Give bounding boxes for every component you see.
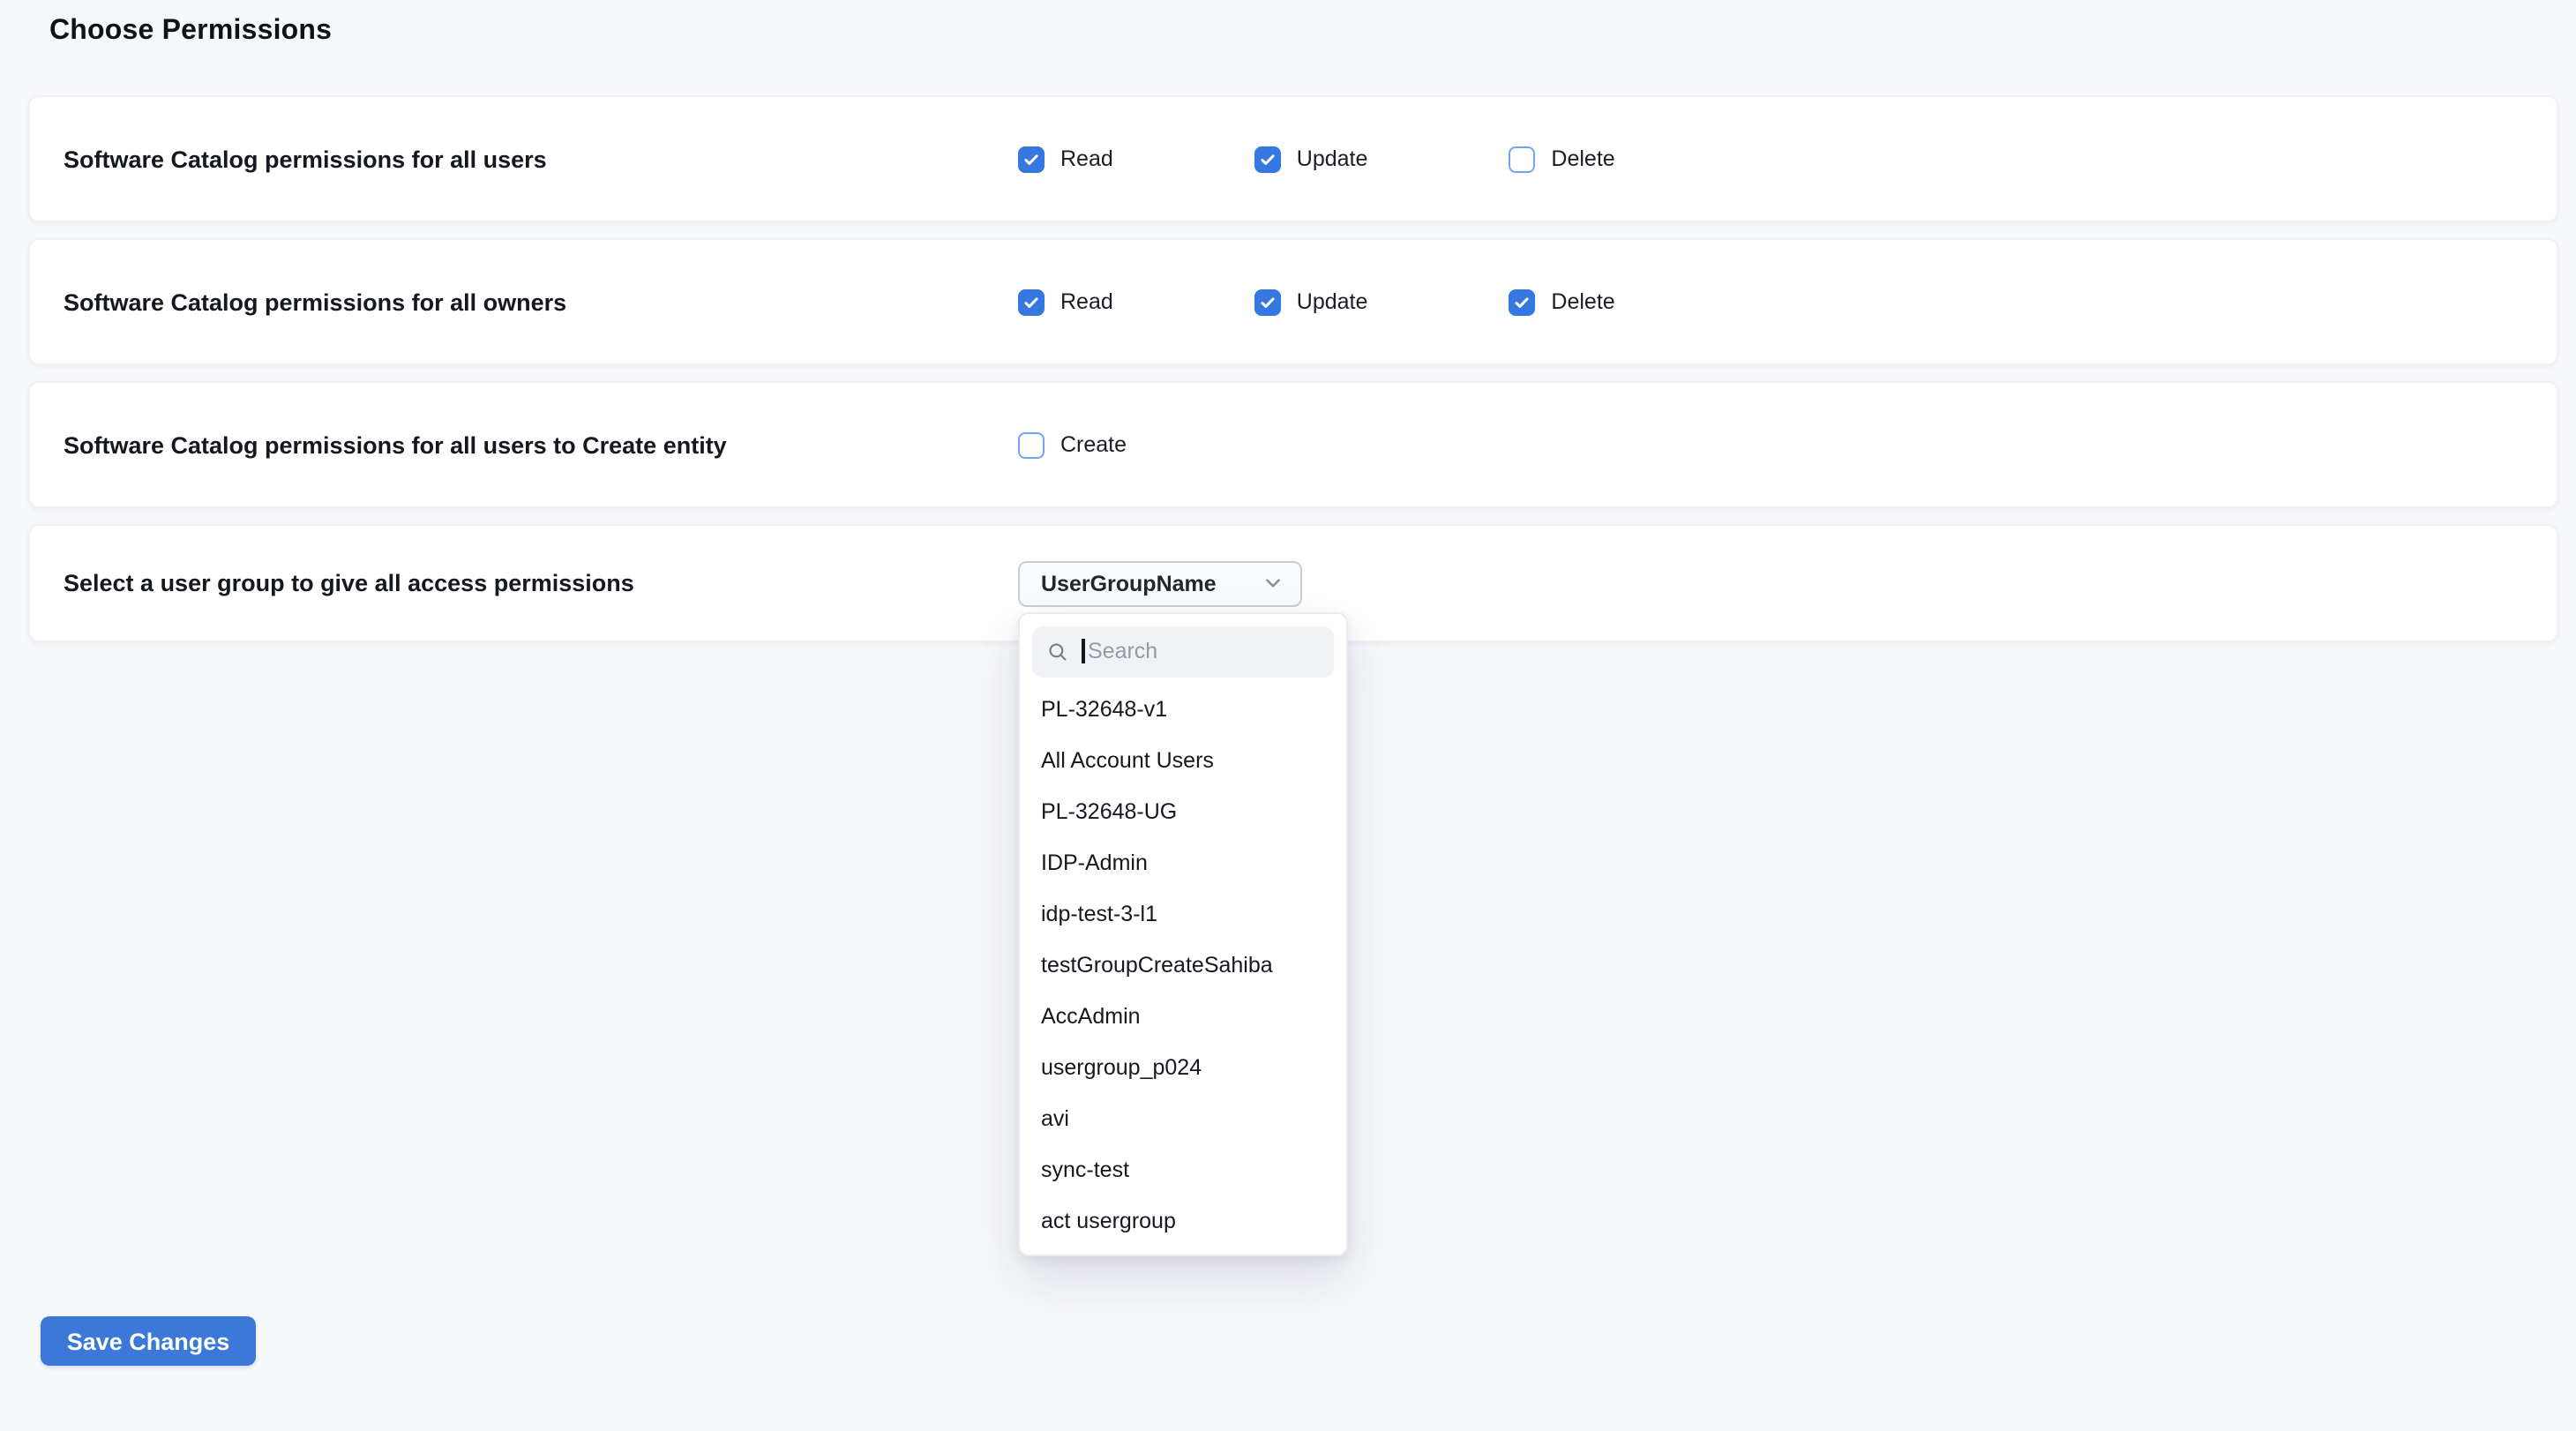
checkbox-item: Update [1254,288,1368,315]
user-group-option[interactable]: usergroup_p024 [1032,1042,1334,1093]
checkbox-item: Create [1018,431,1127,458]
checkbox-read[interactable] [1018,288,1045,315]
card-create-entity-permission: Software Catalog permissions for all use… [28,381,2558,508]
checkbox-item: Delete [1509,146,1614,172]
checkbox-create[interactable] [1018,431,1045,458]
permission-cards: Software Catalog permissions for all use… [28,95,2558,658]
user-group-option[interactable]: testGroupCreateSahiba [1032,940,1334,991]
checkbox-label: Create [1060,432,1127,457]
user-group-selected-value: UserGroupName [1041,571,1217,596]
user-group-option[interactable]: PL-32648-UG [1032,786,1334,837]
card-all-owners-permissions: Software Catalog permissions for all own… [28,238,2558,365]
checkbox-label: Read [1060,146,1113,171]
checkbox-read[interactable] [1018,146,1045,172]
checkbox-delete[interactable] [1509,288,1535,315]
card-label: Software Catalog permissions for all use… [64,431,1018,458]
choose-permissions-page: Choose Permissions Software Catalog perm… [0,0,2576,1431]
checkbox-item: Read [1018,146,1113,172]
card-label: Select a user group to give all access p… [64,570,1018,596]
user-group-option[interactable]: AccAdmin [1032,991,1334,1042]
checkbox-update[interactable] [1254,146,1281,172]
checkbox-item: Delete [1509,288,1614,315]
checkbox-label: Update [1297,289,1368,314]
card-all-users-permissions: Software Catalog permissions for all use… [28,95,2558,222]
user-group-option[interactable]: act usergroup [1032,1195,1334,1247]
card-user-group-select: Select a user group to give all access p… [28,524,2558,642]
checkbox-label: Delete [1551,289,1614,314]
checkbox-delete[interactable] [1509,146,1535,172]
user-group-option[interactable]: PL-32648-v1 [1032,684,1334,735]
search-placeholder: Search [1088,639,1157,663]
checkbox-group: Create [1018,431,1127,458]
user-group-select-button[interactable]: UserGroupName [1018,560,1302,606]
checkbox-update[interactable] [1254,288,1281,315]
user-group-options-list: PL-32648-v1All Account UsersPL-32648-UGI… [1032,684,1334,1247]
save-changes-button[interactable]: Save Changes [41,1316,256,1366]
card-label: Software Catalog permissions for all use… [64,146,1018,172]
user-group-dropdown: UserGroupName Search P [1018,560,1302,606]
user-group-option[interactable]: All Account Users [1032,735,1334,786]
checkbox-label: Read [1060,289,1113,314]
checkbox-item: Read [1018,288,1113,315]
checkbox-group: Read Update Delete [1018,288,1615,315]
user-group-option[interactable]: sync-test [1032,1144,1334,1195]
checkbox-group: Read Update Delete [1018,146,1615,172]
page-title: Choose Permissions [49,16,332,48]
text-caret [1082,639,1084,663]
chevron-down-icon [1262,572,1284,595]
checkbox-item: Update [1254,146,1368,172]
user-group-option[interactable]: avi [1032,1093,1334,1144]
search-icon [1046,640,1069,663]
user-group-dropdown-panel: Search PL-32648-v1All Account UsersPL-32… [1018,611,1348,1255]
user-group-option[interactable]: IDP-Admin [1032,837,1334,888]
checkbox-label: Update [1297,146,1368,171]
search-input[interactable]: Search [1032,626,1334,677]
card-label: Software Catalog permissions for all own… [64,288,1018,315]
checkbox-label: Delete [1551,146,1614,171]
user-group-option[interactable]: idp-test-3-l1 [1032,888,1334,940]
